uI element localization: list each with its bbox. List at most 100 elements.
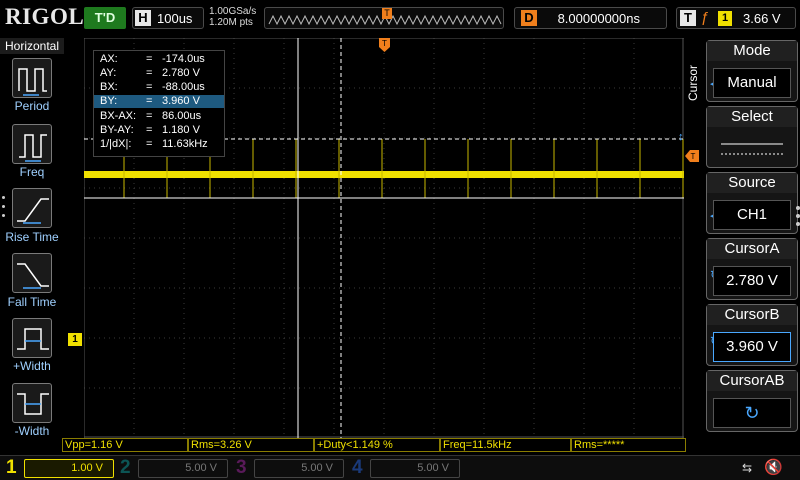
cursor-menu: Mode ◀ Manual Select Source ◀ CH1 Cursor… [704,38,800,456]
readout-ay: AY: = 2.780 V [100,67,200,79]
delay-box[interactable]: D 8.00000000ns [514,7,667,29]
ch3-number[interactable]: 3 [236,457,247,479]
horizontal-timebase-box[interactable]: H 100us [132,7,204,29]
ch3-scale-box[interactable]: 5.00 V [254,459,344,478]
svg-text:T: T [691,152,696,161]
fall-time-label: Fall Time [7,295,57,309]
delay-value: 8.00000000ns [557,11,640,26]
side-dot [796,222,800,226]
negative-width-icon [17,393,49,415]
measure-rms-2[interactable]: Rms=***** [571,438,686,452]
trigger-level-marker-icon: T [685,150,699,162]
ch2-number[interactable]: 2 [120,457,131,479]
trigger-box[interactable]: T ƒ 1 3.66 V [676,7,796,29]
freq-icon [19,134,47,162]
knob-icon: ↻ [713,398,791,428]
trigger-source-badge: 1 [718,11,732,26]
measure-rms[interactable]: Rms=3.26 V [188,438,314,452]
rise-time-label: Rise Time [5,230,59,244]
fall-time-icon [17,263,49,289]
cursor-a-title: CursorA [707,239,797,259]
cursor-readout-box: AX: = -174.0us AY: = 2.780 V BX: = -88.00us BY… [93,50,225,157]
select-softkey[interactable]: Select [706,106,798,168]
readout-bx: BX: = -88.00us [100,81,205,93]
svg-text:T: T [382,39,387,48]
measure-vpp[interactable]: Vpp=1.16 V [62,438,188,452]
ch2-scale-box[interactable]: 5.00 V [138,459,228,478]
select-lines-icon [721,143,783,155]
trigger-label: T [680,10,696,26]
channel-bar: 1 1.00 V 2 5.00 V 3 5.00 V 4 5.00 V ⇆ 🔇 [0,455,800,480]
select-title: Select [707,107,797,127]
cursor-ab-title: CursorAB [707,371,797,391]
rigol-logo: RIGOL [5,4,85,29]
top-status-bar: RIGOL T'D H 100us 1.00GSa/s 1.20M pts T … [0,0,800,38]
fall-time-button[interactable] [12,253,52,293]
speaker-muted-icon[interactable]: 🔇 [764,458,783,476]
run-state-badge[interactable]: T'D [84,7,126,29]
delay-label: D [521,10,537,26]
trigger-time-marker-icon: T [379,38,390,52]
panel-title: Horizontal [0,38,64,54]
side-dot [796,206,800,210]
rise-time-icon [17,198,49,224]
source-value: CH1 [713,200,791,230]
ch1-offset-marker[interactable]: 1 [68,333,82,346]
mode-softkey[interactable]: Mode ◀ Manual [706,40,798,102]
trigger-position-strip[interactable]: T [264,7,504,29]
ch1-waveform [84,171,684,178]
readout-by-ay: BY-AY: = 1.180 V [100,124,200,136]
cursor-range-arrow-icon: ↕ [678,131,684,143]
memory-depth: 1.20M pts [209,17,253,28]
readout-inverse-dx: 1/|dX|: = 11.63kHz [100,138,208,150]
select-value [713,134,791,164]
cursor-b-title: CursorB [707,305,797,325]
side-dot [796,214,800,218]
ch4-scale-box[interactable]: 5.00 V [370,459,460,478]
ch3-scale: 5.00 V [301,462,333,474]
readout-by: BY: = 3.960 V [94,95,224,108]
positive-width-label: +Width [13,359,51,373]
ch1-number[interactable]: 1 [6,457,17,479]
ch1-scale: 1.00 V [71,462,103,474]
period-button[interactable] [12,58,52,98]
menu-title-vertical: Cursor [686,65,700,102]
period-label: Period [14,99,50,113]
source-softkey[interactable]: Source ◀ CH1 [706,172,798,234]
horizontal-measure-panel: Horizontal Period Freq Rise Time Fall Ti… [0,38,64,456]
positive-width-icon [17,328,49,350]
positive-width-button[interactable] [12,318,52,358]
usb-icon: ⇆ [742,461,753,475]
trigger-level: 3.66 V [743,11,781,26]
timebase-value: 100us [157,11,193,26]
source-title: Source [707,173,797,193]
cursor-b-softkey[interactable]: CursorB ↻ 3.960 V [706,304,798,366]
measure-freq[interactable]: Freq=11.5kHz [440,438,571,452]
readout-ax: AX: = -174.0us [100,53,205,65]
cursor-a-softkey[interactable]: CursorA ↻ 2.780 V [706,238,798,300]
negative-width-label: -Width [14,424,50,438]
measurement-bar: Vpp=1.16 V Rms=3.26 V +Duty<1.149 % Freq… [62,438,686,452]
sample-info: 1.00GSa/s 1.20M pts [209,6,256,28]
ch2-scale: 5.00 V [185,462,217,474]
mode-value: Manual [713,68,791,98]
trigger-position-icon: T [382,8,392,19]
ch4-scale: 5.00 V [417,462,449,474]
freq-button[interactable] [12,124,52,164]
ch1-scale-box[interactable]: 1.00 V [24,459,114,478]
readout-bx-ax: BX-AX: = 86.00us [100,110,202,122]
sample-rate: 1.00GSa/s [209,6,257,17]
measure-duty[interactable]: +Duty<1.149 % [314,438,440,452]
page-dots [2,196,8,223]
horizontal-label: H [135,10,151,26]
rising-edge-icon: ƒ [701,9,710,26]
cursor-ab-softkey[interactable]: CursorAB ↻ [706,370,798,432]
cursor-b-value: 3.960 V [713,332,791,362]
period-icon [18,68,47,96]
mode-title: Mode [707,41,797,61]
cursor-a-value: 2.780 V [713,266,791,296]
ch4-number[interactable]: 4 [352,457,363,479]
rise-time-button[interactable] [12,188,52,228]
negative-width-button[interactable] [12,383,52,423]
freq-label: Freq [19,165,45,179]
